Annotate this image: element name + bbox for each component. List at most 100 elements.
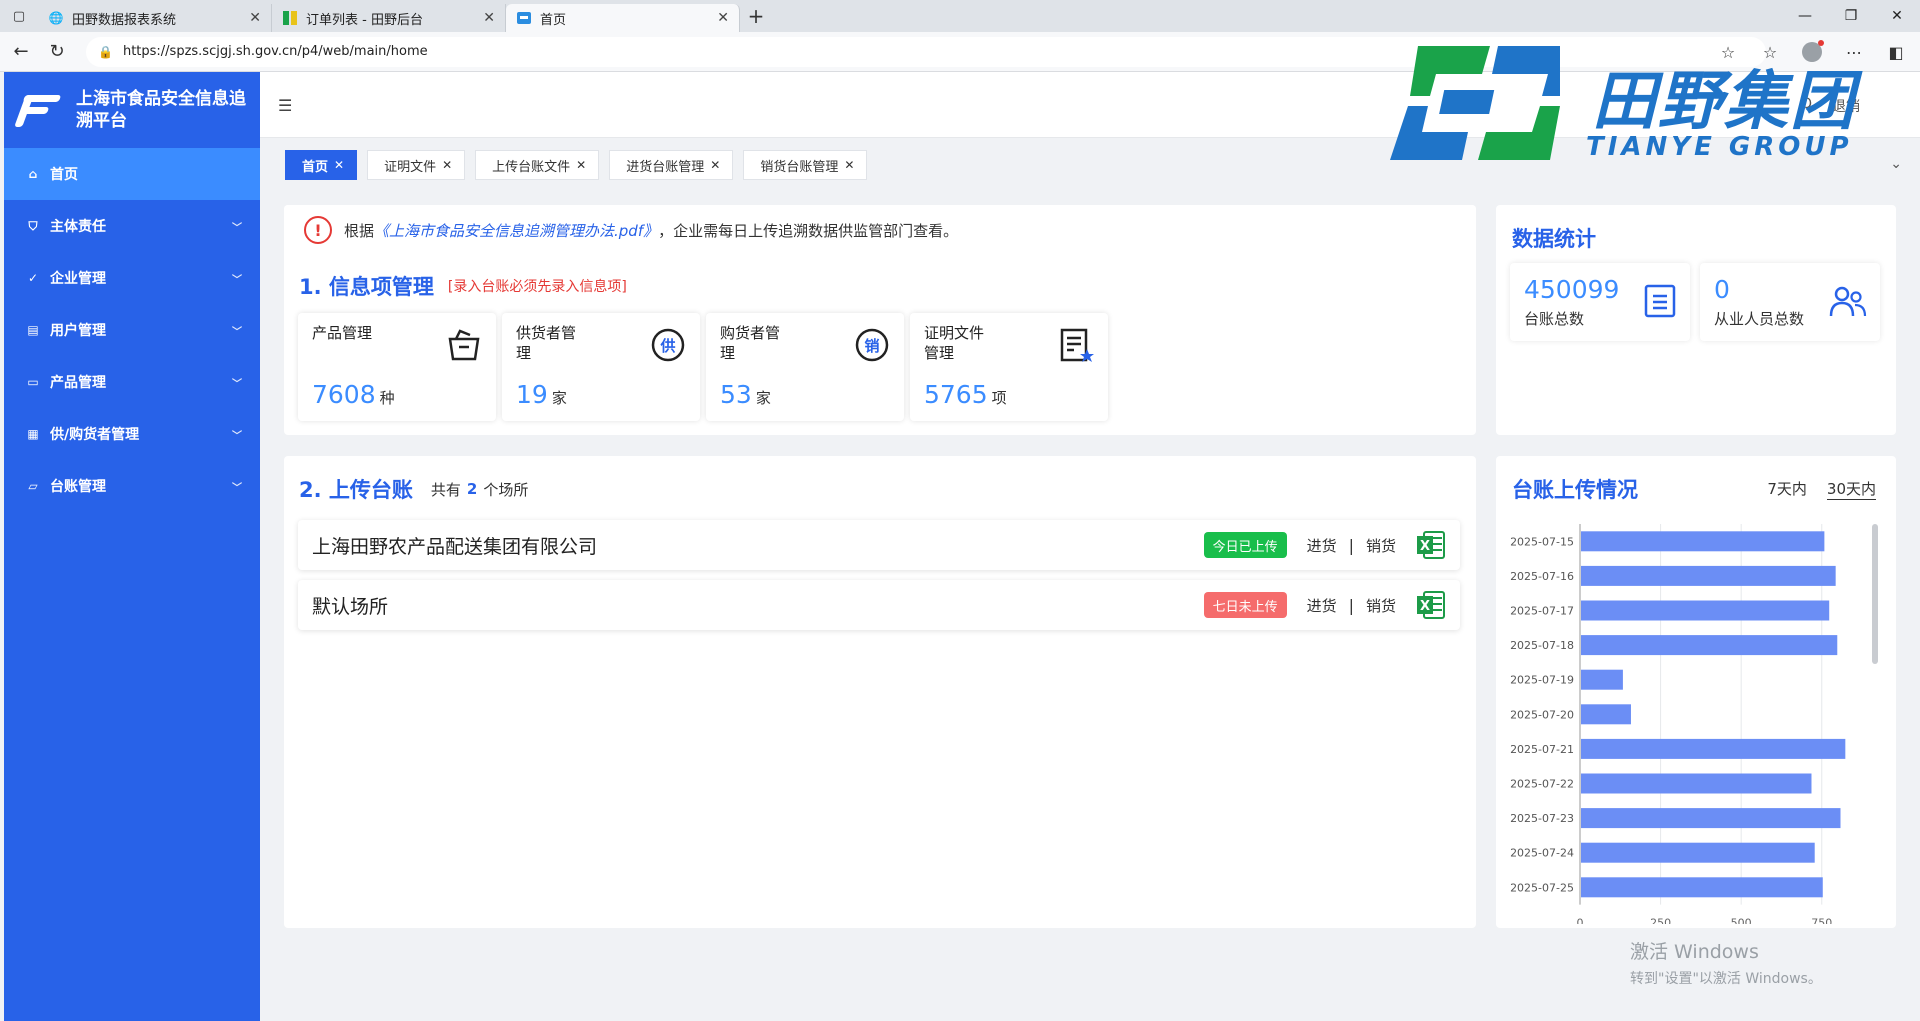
shield-icon: ⛉ (28, 218, 38, 233)
tag-4[interactable]: 销货台账管理 ✕ (743, 150, 868, 180)
purchase-ledger-link[interactable]: 进货 (1307, 535, 1337, 556)
bar (1581, 773, 1812, 794)
info-tile-1[interactable]: 供货者管理 供 19 家 (502, 313, 700, 421)
window-controls: — ❐ ✕ (1782, 0, 1920, 32)
tag-3[interactable]: 进货台账管理 ✕ (609, 150, 734, 180)
close-icon[interactable]: ✕ (710, 158, 720, 172)
y-tick-label: 2025-07-24 (1510, 847, 1574, 860)
section-title: 2. 上传台账 (299, 478, 413, 502)
sidebar-item-4[interactable]: ▭ 产品管理 ﹀ (4, 356, 260, 408)
info-tile-value: 5765 项 (924, 380, 1007, 409)
minimize-icon[interactable]: — (1782, 0, 1828, 32)
info-tile-value: 7608 种 (312, 380, 395, 409)
sidebar-item-6[interactable]: ▱ 台账管理 ﹀ (4, 460, 260, 512)
windows-watermark: 激活 Windows 转到"设置"以激活 Windows。 (1630, 937, 1822, 988)
y-tick-label: 2025-07-21 (1510, 743, 1574, 756)
info-tile-2[interactable]: 购货者管理 销 53 家 (706, 313, 904, 421)
tag-2[interactable]: 上传台账文件 ✕ (475, 150, 600, 180)
staff-total-box[interactable]: 0 从业人员总数 (1700, 263, 1880, 341)
id-card-icon: ▤ (27, 323, 39, 337)
sidebar-item-label: 首页 (50, 167, 78, 183)
sidebar-item-label: 企业管理 (50, 271, 106, 287)
tag-1[interactable]: 证明文件 ✕ (367, 150, 466, 180)
info-tile-name: 证明文件管理 (924, 324, 985, 362)
close-icon[interactable]: ✕ (717, 10, 729, 26)
menu-collapse-icon[interactable]: ☰ (278, 96, 292, 115)
chart-title: 台账上传情况 (1512, 478, 1638, 502)
sidebar-item-3[interactable]: ▤ 用户管理 ﹀ (4, 304, 260, 356)
regulation-link[interactable]: 《上海市食品安全信息追溯管理办法.pdf》 (374, 220, 658, 241)
info-tile-name: 供货者管理 (516, 324, 577, 362)
sidebar-item-label: 台账管理 (50, 479, 106, 495)
close-icon[interactable]: ✕ (576, 158, 586, 172)
new-tab-icon[interactable]: + (740, 0, 772, 32)
chart-scrollbar[interactable] (1872, 524, 1878, 664)
tag-label: 销货台账管理 (760, 159, 839, 175)
place-count-suffix: 个场所 (483, 480, 529, 499)
sidebar-menu: ⌂ 首页 ⛉ 主体责任 ﹀ ✓ 企业管理 ﹀ ▤ 用户管理 ﹀ ▭ 产品管理 ﹀ ▦ 供/购货者管理 ﹀ ▱ 台账管… (4, 148, 260, 512)
browser-tab-2[interactable]: 订单列表 - 田野后台 ✕ (272, 4, 506, 32)
notice-bar: ! 根据 《上海市食品安全信息追溯管理办法.pdf》 ，企业需每日上传追溯数据供… (284, 205, 1476, 255)
supplier-icon: 供 (650, 327, 686, 363)
x-tick-label: 500 (1731, 917, 1752, 924)
back-icon[interactable]: ← (6, 37, 36, 67)
sidebar: 上海市食品安全信息追溯平台 ⌂ 首页 ⛉ 主体责任 ﹀ ✓ 企业管理 ﹀ ▤ 用户管理 ﹀ ▭ 产品管理… (4, 72, 260, 1021)
bar (1581, 738, 1846, 759)
bar (1581, 635, 1838, 656)
info-tile-3[interactable]: 证明文件管理 5765 项 (910, 313, 1108, 421)
folder-icon: ▭ (27, 375, 39, 389)
y-tick-label: 2025-07-15 (1510, 535, 1574, 548)
info-tile-0[interactable]: 产品管理 7608 种 (298, 313, 496, 421)
notice-prefix: 根据 (344, 221, 375, 240)
tag-0[interactable]: 首页 ✕ (285, 150, 358, 180)
svg-text:X: X (1420, 599, 1430, 614)
browser-tab-3[interactable]: 首页 ✕ (506, 4, 740, 32)
folder-open-icon: ▱ (28, 479, 38, 493)
y-tick-label: 2025-07-23 (1510, 812, 1574, 825)
close-icon[interactable]: ✕ (334, 158, 344, 172)
x-tick-label: 750 (1811, 917, 1832, 924)
close-icon[interactable]: ✕ (442, 158, 452, 172)
url-text: https://spzs.scjgj.sh.gov.cn/p4/web/main… (122, 44, 428, 59)
bar (1581, 808, 1841, 829)
sidebar-item-0[interactable]: ⌂ 首页 (4, 148, 260, 200)
close-icon[interactable]: ✕ (483, 10, 495, 26)
reload-icon[interactable]: ↻ (42, 37, 72, 67)
info-tile-name: 购货者管理 (720, 324, 781, 362)
excel-icon[interactable]: X (1416, 530, 1446, 560)
range-30-days-tab[interactable]: 30天内 (1826, 478, 1876, 500)
tag-label: 上传台账文件 (492, 159, 571, 175)
contacts-icon: ▦ (27, 427, 39, 441)
sidebar-item-1[interactable]: ⛉ 主体责任 ﹀ (4, 200, 260, 252)
close-icon[interactable]: ✕ (249, 10, 261, 26)
sales-ledger-link[interactable]: 销货 (1366, 595, 1396, 616)
close-icon[interactable]: ✕ (844, 158, 854, 172)
restore-icon[interactable]: ❐ (1828, 0, 1874, 32)
upload-card: 2. 上传台账 共有 2 个场所 上海田野农产品配送集团有限公司 今日已上传 进货 |… (284, 456, 1476, 928)
tab-actions-icon[interactable]: ▢ (0, 0, 38, 32)
sales-ledger-link[interactable]: 销货 (1366, 535, 1396, 556)
excel-icon[interactable]: X (1416, 590, 1446, 620)
chevron-down-icon[interactable]: ⌄ (1890, 156, 1902, 172)
sidebar-item-5[interactable]: ▦ 供/购货者管理 ﹀ (4, 408, 260, 460)
info-section-header: 1. 信息项管理 [录入台账必须先录入信息项] (299, 271, 627, 301)
upload-status-badge: 七日未上传 (1203, 592, 1287, 618)
chevron-down-icon: ﹀ (232, 430, 242, 442)
ledger-total-box[interactable]: 450099 台账总数 (1510, 263, 1690, 341)
watermark-line-1: 激活 Windows (1630, 941, 1759, 963)
shield-check-icon: ✓ (27, 271, 39, 285)
sidebar-item-label: 产品管理 (50, 375, 106, 391)
link-separator: | (1348, 595, 1354, 615)
basket-icon (446, 327, 482, 363)
sidebar-toggle-icon[interactable]: ◧ (1882, 37, 1910, 67)
purchase-ledger-link[interactable]: 进货 (1307, 595, 1337, 616)
y-tick-label: 2025-07-17 (1510, 605, 1574, 618)
chevron-down-icon: ﹀ (232, 274, 242, 286)
browser-tab-1[interactable]: 🌐 田野数据报表系统 ✕ (38, 4, 272, 32)
tag-label: 首页 (302, 159, 329, 175)
close-window-icon[interactable]: ✕ (1874, 0, 1920, 32)
link-separator: | (1348, 535, 1354, 555)
range-7-days-tab[interactable]: 7天内 (1767, 478, 1807, 500)
sidebar-item-2[interactable]: ✓ 企业管理 ﹀ (4, 252, 260, 304)
logo-en-text: TIANYE GROUP (1586, 132, 1853, 162)
